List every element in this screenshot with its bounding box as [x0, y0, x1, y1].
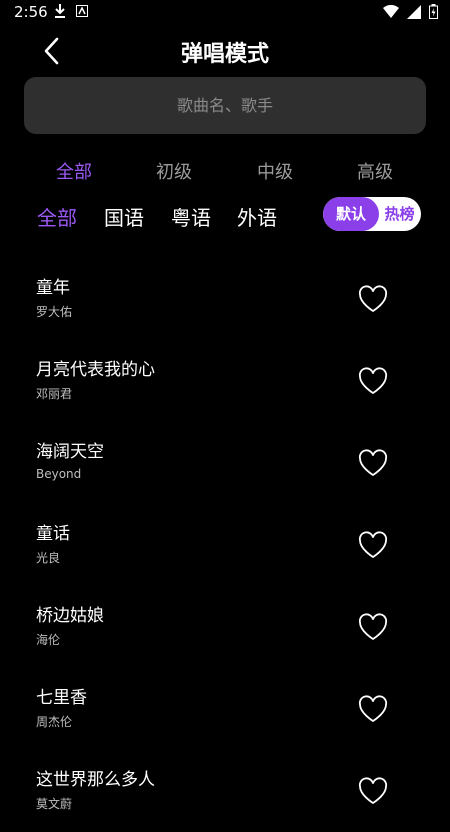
tab-lang-cantonese[interactable]: 粤语 — [171, 202, 211, 231]
search-bar[interactable] — [24, 77, 426, 134]
song-title: 桥边姑娘 — [36, 606, 104, 626]
song-artist: 周杰伦 — [36, 715, 73, 729]
tab-level-beginner[interactable]: 初级 — [156, 158, 192, 184]
favorite-heart-icon[interactable] — [358, 531, 388, 559]
tab-level-all[interactable]: 全部 — [56, 158, 92, 184]
song-title: 月亮代表我的心 — [36, 360, 155, 380]
search-input[interactable] — [24, 95, 426, 116]
favorite-heart-icon[interactable] — [358, 777, 388, 805]
level-tabs: 全部 初级 中级 高级 — [0, 158, 450, 188]
favorite-heart-icon[interactable] — [358, 613, 388, 641]
app-notification-icon — [76, 5, 88, 17]
sort-default-button[interactable]: 默认 — [323, 197, 379, 231]
song-artist: 邓丽君 — [36, 387, 73, 401]
tab-lang-all[interactable]: 全部 — [37, 202, 77, 231]
tab-lang-mandarin[interactable]: 国语 — [104, 202, 144, 231]
song-item[interactable]: 这世界那么多人 莫文蔚 — [0, 750, 450, 832]
song-item[interactable]: 海阔天空 Beyond — [0, 422, 450, 504]
favorite-heart-icon[interactable] — [358, 449, 388, 477]
tab-lang-foreign[interactable]: 外语 — [237, 202, 277, 231]
page-title: 弹唱模式 — [180, 42, 269, 67]
sort-toggle: 热榜 默认 — [323, 197, 421, 231]
song-item[interactable]: 童年 罗大佑 — [0, 258, 450, 340]
song-item[interactable]: 七里香 周杰伦 — [0, 668, 450, 750]
song-title: 七里香 — [36, 688, 87, 708]
favorite-heart-icon[interactable] — [358, 695, 388, 723]
song-artist: 莫文蔚 — [36, 797, 73, 811]
song-artist: 海伦 — [36, 633, 61, 647]
tab-level-intermediate[interactable]: 中级 — [257, 158, 293, 184]
wifi-icon — [383, 4, 399, 18]
tab-level-advanced[interactable]: 高级 — [357, 158, 393, 184]
song-title: 这世界那么多人 — [36, 770, 155, 790]
song-artist: 光良 — [36, 551, 61, 565]
song-item[interactable]: 月亮代表我的心 邓丽君 — [0, 340, 450, 422]
download-icon — [55, 4, 65, 18]
song-item[interactable]: 童话 光良 — [0, 504, 450, 586]
song-title: 童年 — [36, 278, 70, 298]
signal-icon — [407, 4, 421, 19]
battery-icon — [429, 4, 438, 19]
favorite-heart-icon[interactable] — [358, 285, 388, 313]
song-title: 海阔天空 — [36, 442, 104, 462]
status-bar: 2:56 — [0, 0, 450, 24]
favorite-heart-icon[interactable] — [358, 367, 388, 395]
song-artist: Beyond — [36, 467, 82, 481]
app-header: 弹唱模式 — [0, 28, 450, 74]
song-title: 童话 — [36, 524, 70, 544]
status-system-icons — [383, 4, 438, 19]
sort-hot-button[interactable]: 热榜 — [378, 197, 421, 231]
status-time: 2:56 — [14, 3, 48, 21]
song-artist: 罗大佑 — [36, 305, 73, 319]
song-item[interactable]: 桥边姑娘 海伦 — [0, 586, 450, 668]
status-notification-icons — [54, 4, 88, 18]
